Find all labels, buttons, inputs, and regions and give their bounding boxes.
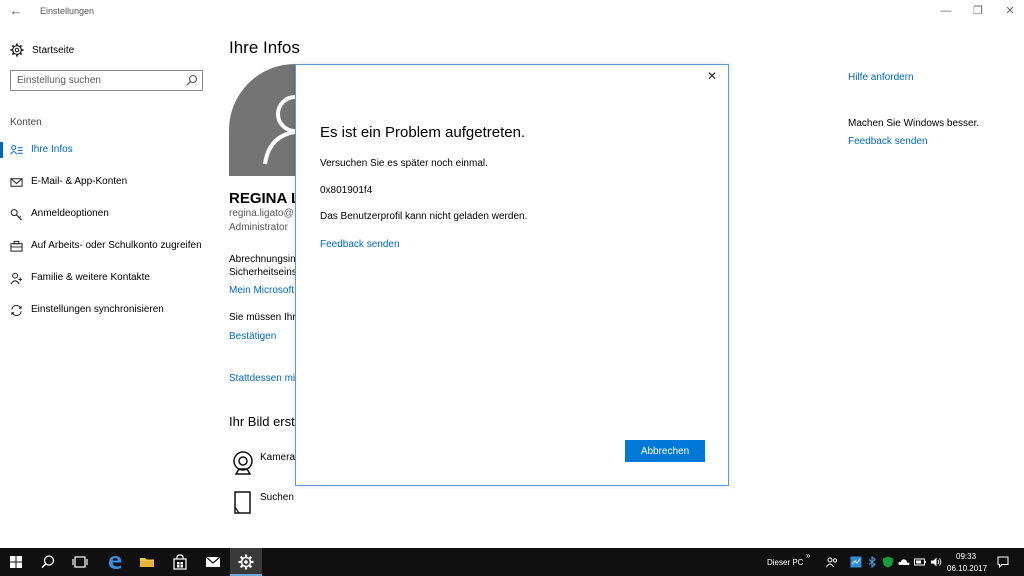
cancel-button[interactable]: Abbrechen — [625, 440, 705, 462]
browse-file-icon — [234, 491, 251, 514]
microsoft-account-link[interactable]: Mein Microsoft — [229, 285, 294, 296]
billing-text-line2: Sicherheitseins — [229, 267, 297, 278]
browse-label: Suchen — [260, 492, 294, 503]
confirm-link[interactable]: Bestätigen — [229, 331, 276, 342]
indicator — [0, 302, 3, 318]
sidebar-item-your-info[interactable]: Ihre Infos — [0, 139, 215, 161]
webcam-icon — [233, 451, 253, 475]
dialog-close-icon[interactable]: ✕ — [705, 69, 719, 83]
person-card-icon — [10, 145, 23, 155]
nav-home[interactable]: Startseite — [10, 42, 74, 58]
window-title: Einstellungen — [40, 6, 95, 16]
key-icon — [10, 209, 23, 221]
indicator — [0, 206, 3, 222]
person-add-icon — [10, 272, 23, 285]
page-title: Ihre Infos — [229, 38, 300, 57]
sidebar-item-work-school[interactable]: Auf Arbeits- oder Schulkonto zugreifen — [0, 235, 215, 257]
search-icon[interactable] — [186, 74, 198, 86]
bluetooth-icon[interactable] — [866, 556, 878, 568]
sidebar: Startseite Konten Ihre Infos E-Mail- & A… — [0, 30, 215, 548]
error-code: 0x801901f4 — [320, 185, 373, 196]
sidebar-item-label: Anmeldeoptionen — [31, 208, 109, 219]
dialog-detail: Das Benutzerprofil kann nicht geladen we… — [320, 211, 528, 222]
close-window-button[interactable]: ✕ — [999, 2, 1021, 20]
section-label-accounts: Konten — [10, 117, 42, 128]
sidebar-item-email-accounts[interactable]: E-Mail- & App-Konten — [0, 171, 215, 193]
error-dialog: ✕ Es ist ein Problem aufgetreten. Versuc… — [295, 64, 729, 486]
action-center-icon[interactable] — [997, 556, 1009, 568]
sidebar-item-label: Auf Arbeits- oder Schulkonto zugreifen — [31, 240, 202, 251]
sidebar-item-label: Einstellungen synchronisieren — [31, 304, 164, 315]
sidebar-item-label: Familie & weitere Kontakte — [31, 272, 150, 283]
sidebar-item-sync-settings[interactable]: Einstellungen synchronisieren — [0, 299, 215, 321]
sidebar-item-label: E-Mail- & App-Konten — [31, 176, 128, 187]
file-explorer-button[interactable] — [131, 548, 163, 576]
settings-search-input[interactable] — [17, 73, 177, 87]
get-help-link[interactable]: Hilfe anfordern — [848, 72, 914, 83]
store-button[interactable] — [164, 548, 196, 576]
active-indicator — [0, 142, 3, 158]
mail-icon — [10, 178, 23, 187]
people-icon[interactable] — [826, 556, 838, 568]
start-button[interactable] — [0, 548, 32, 576]
indicator — [0, 238, 3, 254]
indicator — [0, 174, 3, 190]
sidebar-item-sign-in-options[interactable]: Anmeldeoptionen — [0, 203, 215, 225]
volume-icon[interactable] — [930, 556, 942, 568]
billing-text-line1: Abrechnungsin — [229, 254, 296, 265]
title-bar: ← Einstellungen — ❐ ✕ — [0, 0, 1024, 24]
back-arrow-icon[interactable]: ← — [8, 3, 24, 19]
task-view-button[interactable] — [64, 548, 96, 576]
onedrive-icon[interactable] — [898, 556, 910, 568]
nav-home-label: Startseite — [32, 44, 75, 56]
taskbar: Dieser PC » 09:33 06.10.2017 — [0, 548, 1024, 576]
this-pc-toolbar-label[interactable]: Dieser PC — [767, 558, 803, 567]
sidebar-item-label: Ihre Infos — [31, 144, 73, 155]
user-name: REGINA L — [229, 190, 301, 207]
task-view-icon — [72, 556, 88, 568]
gear-icon — [10, 43, 24, 57]
indicator — [0, 270, 3, 286]
feedback-link[interactable]: Feedback senden — [848, 136, 928, 147]
verify-identity-text: Sie müssen Ihre — [229, 312, 302, 323]
battery-icon[interactable] — [914, 556, 926, 568]
edge-button[interactable] — [99, 548, 131, 576]
user-role: Administrator — [229, 222, 288, 233]
store-bag-icon — [173, 554, 187, 570]
clock-date[interactable]: 06.10.2017 — [947, 564, 987, 573]
folder-icon — [140, 558, 154, 567]
user-email: regina.ligato@ — [229, 208, 294, 219]
clock-time[interactable]: 09:33 — [956, 552, 976, 561]
gear-icon — [238, 554, 254, 570]
create-picture-heading: Ihr Bild erst — [229, 414, 295, 429]
sync-icon — [11, 304, 22, 317]
search-icon — [41, 555, 55, 569]
windows-logo-icon — [10, 556, 22, 568]
edge-browser-icon — [109, 556, 122, 569]
chevron-up-icon[interactable]: » — [806, 551, 810, 560]
dialog-feedback-link[interactable]: Feedback senden — [320, 239, 400, 250]
restore-button[interactable]: ❐ — [967, 2, 989, 20]
mail-taskbar-button[interactable] — [197, 548, 229, 576]
minimize-button[interactable]: — — [935, 2, 957, 20]
dialog-title: Es ist ein Problem aufgetreten. — [320, 124, 526, 141]
security-shield-icon[interactable] — [882, 556, 894, 568]
sign-in-instead-link[interactable]: Stattdessen mit — [229, 373, 298, 384]
improve-windows-text: Machen Sie Windows besser. — [848, 118, 980, 129]
settings-taskbar-button[interactable] — [230, 548, 262, 576]
search-taskbar-button[interactable] — [32, 548, 64, 576]
dialog-message: Versuchen Sie es später noch einmal. — [320, 158, 488, 169]
sidebar-item-family[interactable]: Familie & weitere Kontakte — [0, 267, 215, 289]
briefcase-icon — [10, 240, 23, 252]
camera-label: Kamera — [260, 452, 296, 463]
settings-search-box[interactable] — [10, 70, 203, 91]
app-tray-icon[interactable] — [850, 556, 862, 568]
mail-icon — [205, 556, 221, 567]
